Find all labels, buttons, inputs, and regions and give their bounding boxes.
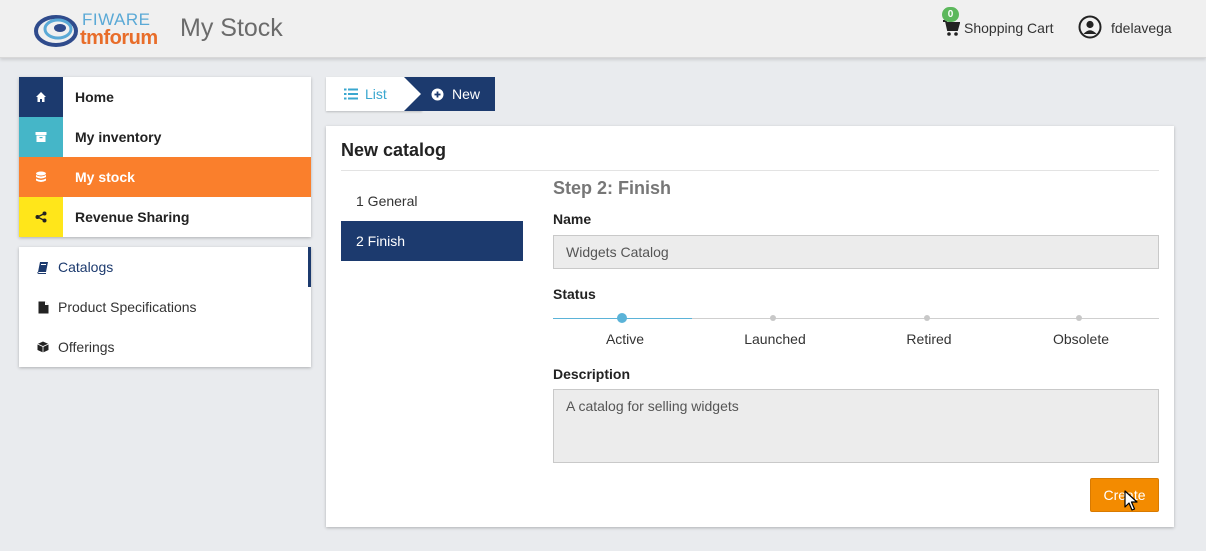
create-button[interactable]: Create [1090, 478, 1159, 512]
sidebar-sub-item-offerings[interactable]: Offerings [19, 327, 311, 367]
book-icon [36, 260, 50, 274]
user-name: fdelavega [1111, 20, 1172, 36]
sidebar-main-nav: Home My inventory My stock Revenue Shari… [19, 77, 311, 237]
file-icon [36, 300, 50, 314]
app-header: FIWARE tmforum My Stock Shopping Cart 0 … [0, 0, 1206, 58]
sidebar-item-my-stock[interactable]: My stock [19, 157, 311, 197]
share-icon [19, 197, 63, 237]
sidebar-item-home[interactable]: Home [19, 77, 311, 117]
status-option-retired[interactable]: Retired [879, 331, 979, 347]
catalog-form: Step 2: Finish Name Status Active Launch… [553, 178, 1159, 463]
fiware-tmforum-logo[interactable]: FIWARE tmforum [34, 9, 174, 49]
sidebar-sub-item-label: Catalogs [58, 259, 114, 275]
archive-icon [19, 117, 63, 157]
breadcrumb-new-content[interactable]: New [431, 77, 480, 111]
sidebar-item-my-inventory[interactable]: My inventory [19, 117, 311, 157]
step-title: Step 2: Finish [553, 178, 672, 198]
description-field[interactable]: A catalog for selling widgets [553, 389, 1159, 463]
status-option-active[interactable]: Active [575, 331, 675, 347]
list-icon [344, 88, 358, 100]
shopping-cart-label: Shopping Cart [964, 20, 1054, 36]
sidebar-sub-item-label: Product Specifications [58, 299, 197, 315]
cart-count-badge: 0 [942, 7, 959, 22]
status-dot-obsolete[interactable] [1076, 315, 1082, 321]
sidebar-item-revenue-sharing[interactable]: Revenue Sharing [19, 197, 311, 237]
sidebar-sub-item-label: Offerings [58, 339, 115, 355]
app-title: My Stock [180, 14, 283, 42]
logo-text-tmforum: tmforum [80, 27, 158, 49]
user-avatar-icon [1078, 15, 1102, 42]
sidebar-sub-nav: Catalogs Product Specifications Offering… [19, 247, 311, 367]
wizard-steps: 1 General 2 Finish [341, 181, 523, 261]
status-dot-retired[interactable] [924, 315, 930, 321]
status-dot-launched[interactable] [770, 315, 776, 321]
new-catalog-panel: New catalog 1 General 2 Finish Step 2: F… [326, 126, 1174, 527]
home-icon [19, 77, 63, 117]
wizard-step-general[interactable]: 1 General [341, 181, 523, 221]
database-icon [19, 157, 63, 197]
logo-swirl-icon [34, 15, 78, 47]
sidebar-sub-item-product-specifications[interactable]: Product Specifications [19, 287, 311, 327]
breadcrumb-list-label: List [365, 86, 387, 102]
status-dot-active[interactable] [617, 313, 627, 323]
panel-title: New catalog [341, 140, 447, 160]
panel-divider [341, 170, 1159, 171]
status-stepper [553, 313, 1159, 323]
sidebar-sub-item-catalogs[interactable]: Catalogs [19, 247, 311, 287]
sidebar-item-label: My inventory [75, 129, 162, 145]
sidebar-item-label: My stock [75, 169, 135, 185]
cube-icon [36, 340, 50, 354]
user-menu[interactable]: fdelavega [1078, 15, 1172, 41]
name-label: Name [553, 211, 592, 227]
description-label: Description [553, 366, 631, 382]
status-option-obsolete[interactable]: Obsolete [1031, 331, 1131, 347]
name-field[interactable] [553, 235, 1159, 269]
status-label: Status [553, 286, 596, 302]
sidebar-item-label: Home [75, 89, 114, 105]
sidebar-item-label: Revenue Sharing [75, 209, 190, 225]
status-option-launched[interactable]: Launched [725, 331, 825, 347]
wizard-step-finish[interactable]: 2 Finish [341, 221, 523, 261]
breadcrumb-new-label: New [452, 86, 481, 102]
plus-circle-icon [431, 88, 444, 101]
shopping-cart-button[interactable]: Shopping Cart [942, 17, 1054, 39]
